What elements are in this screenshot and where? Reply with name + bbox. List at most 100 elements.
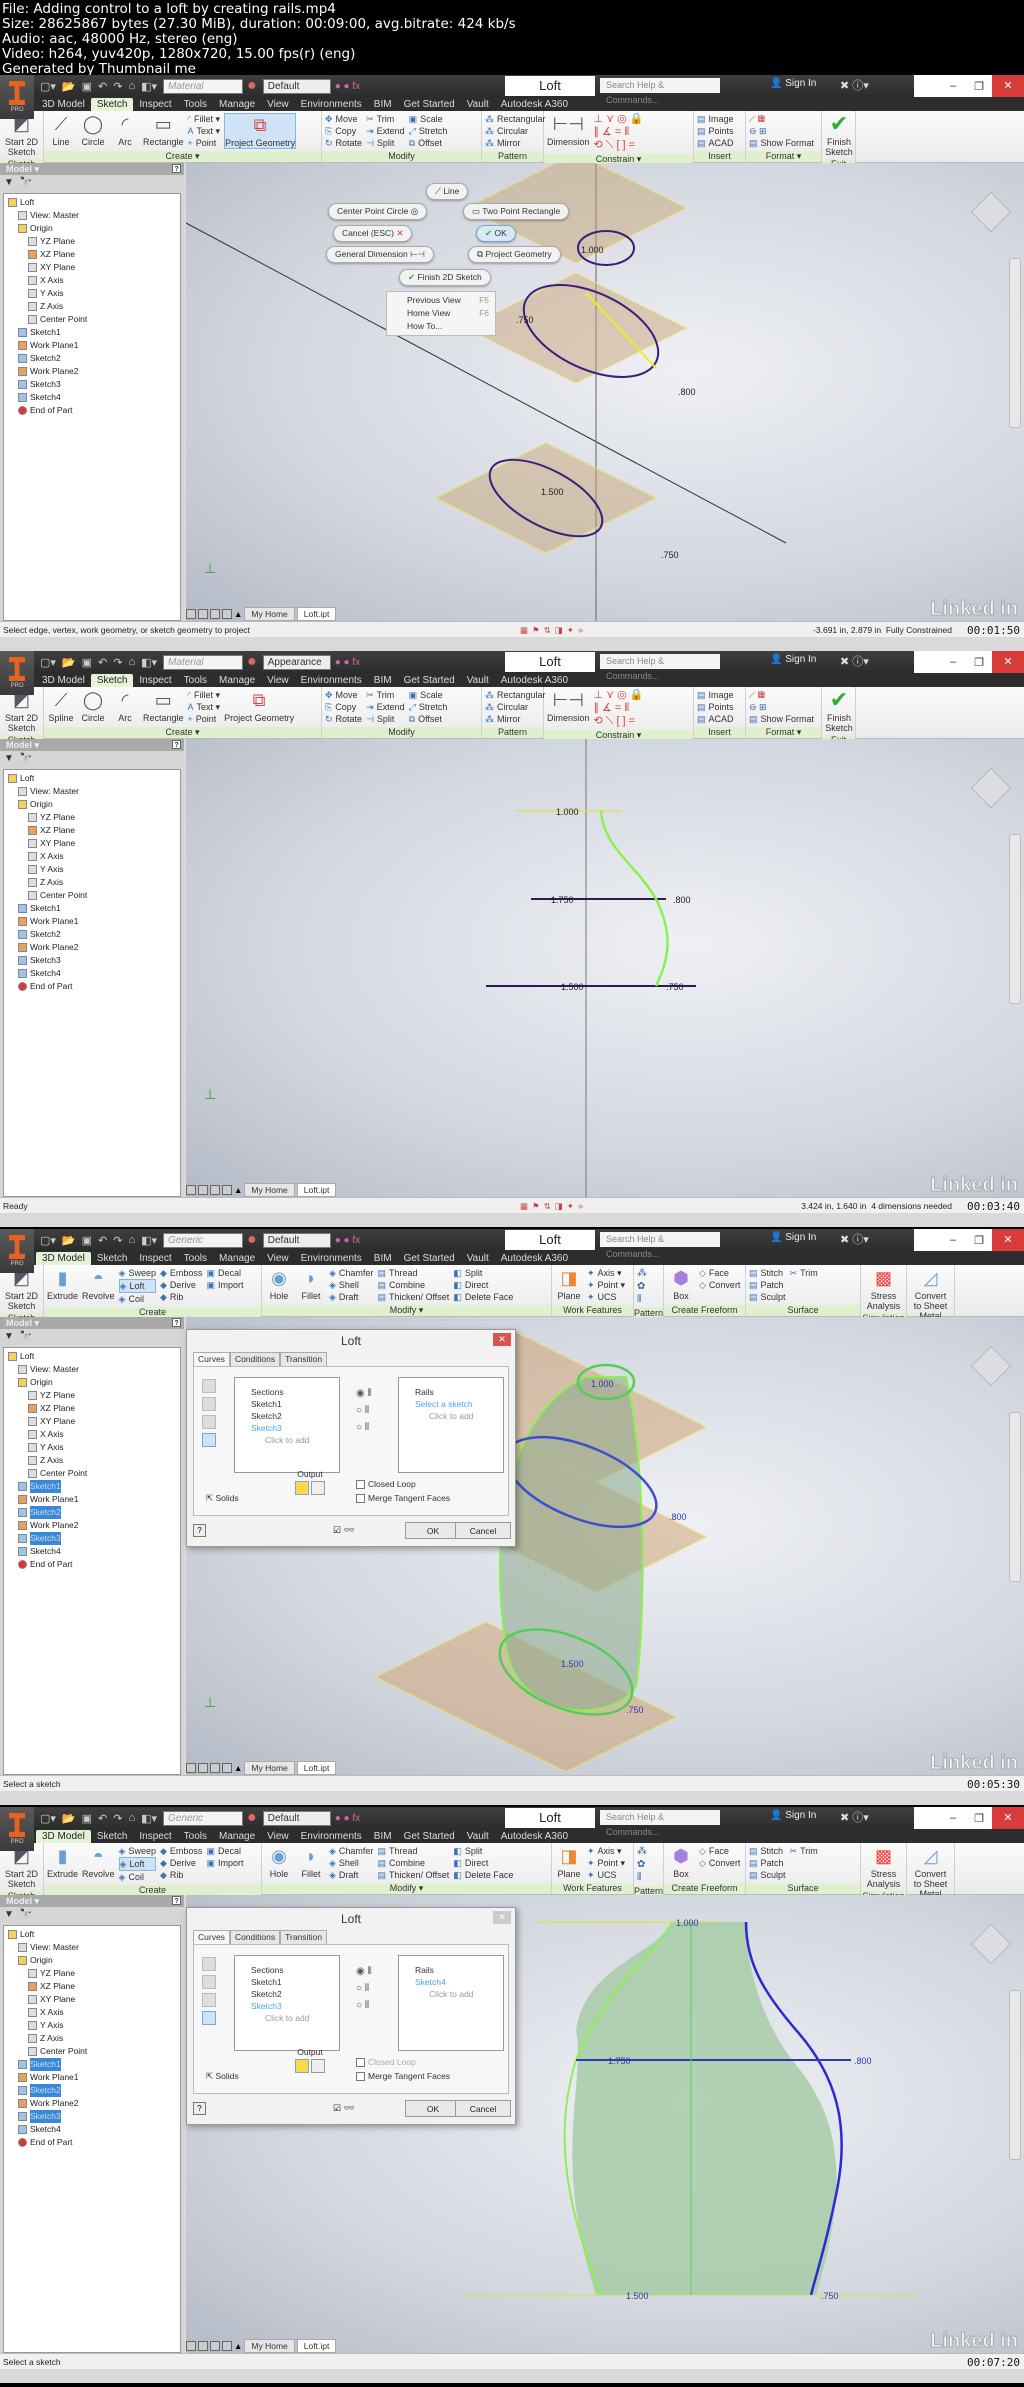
box-button[interactable]: ⬢ Box (667, 1267, 695, 1301)
tree-item[interactable]: Y Axis (4, 863, 180, 876)
point-button[interactable]: ✦ Point ▾ (587, 1857, 625, 1869)
tab-manage[interactable]: Manage (213, 1830, 261, 1843)
surface-output-button[interactable] (311, 2059, 325, 2073)
appearance-combo[interactable]: Default (262, 1232, 331, 1248)
filter-icon[interactable]: ▼ (4, 177, 14, 188)
tree-item[interactable]: Loft (4, 772, 180, 785)
tree-item[interactable]: Loft (4, 1928, 180, 1941)
section-item[interactable]: Sketch3 (251, 1422, 339, 1434)
start-2d-sketch-button[interactable]: ◩ Start 2D Sketch (3, 1845, 40, 1889)
tree-item[interactable]: YZ Plane (4, 811, 180, 824)
insert-image-button[interactable]: ▤ Image (697, 113, 734, 125)
split-button[interactable]: ◧ Split (453, 1267, 513, 1279)
close-button[interactable]: ✕ (992, 651, 1024, 673)
save-icon[interactable]: ▣ (82, 80, 92, 93)
inventor-logo-button[interactable]: PRO (0, 75, 34, 119)
project-geometry-button[interactable]: ⧉ Project Geometry (224, 113, 297, 149)
tab-manage[interactable]: Manage (213, 1252, 261, 1265)
constraint-icons[interactable]: ⊥⋎◎🔒 ∥∡=⦀ ⟲⟍[]= (594, 113, 647, 152)
tab-sketch[interactable]: Sketch (90, 674, 134, 687)
tab-inspect[interactable]: Inspect (133, 674, 177, 687)
stretch-button[interactable]: ⤢ Stretch (409, 125, 448, 137)
preview-checkbox[interactable]: ☑ 👓 (333, 1525, 355, 1536)
point-button[interactable]: + Point (188, 137, 221, 149)
text-button[interactable]: A Text ▾ (188, 125, 221, 137)
tab-view[interactable]: View (261, 1830, 295, 1843)
dimension-button[interactable]: ⊢⊣ Dimension (547, 689, 590, 723)
stitch-button[interactable]: ▤ Stitch (749, 1845, 786, 1857)
show-format-button[interactable]: ▤ Show Format (749, 713, 814, 725)
thicken-offset-button[interactable]: ▤ Thicken/ Offset (377, 1869, 449, 1881)
finish-sketch-button[interactable]: ✔ Finish Sketch (825, 113, 853, 158)
browser-help-icon[interactable]: ? (172, 1896, 181, 1905)
solid-output-button[interactable] (295, 2059, 309, 2073)
marking-menu-finish[interactable]: ✔ Finish 2D Sketch (399, 269, 491, 286)
tab-bim[interactable]: BIM (368, 1252, 398, 1265)
material-combo[interactable]: Generic (163, 1810, 244, 1826)
tab-autodesk-a360[interactable]: Autodesk A360 (495, 1252, 574, 1265)
fillet-button[interactable]: ◜ Fillet ▾ (188, 689, 221, 701)
draft-button[interactable]: ◈ Draft (329, 1291, 373, 1303)
chamfer-button[interactable]: ◈ Chamfer (329, 1267, 373, 1279)
tab-loft-ipt[interactable]: Loft.ipt (296, 607, 337, 621)
tab-vault[interactable]: Vault (461, 1830, 495, 1843)
find-icon[interactable]: 🔭 (19, 177, 31, 188)
revolve-button[interactable]: ◓ Revolve (82, 1845, 115, 1879)
closed-loop-checkbox[interactable]: Closed Loop (356, 1479, 416, 1489)
marking-menu-project-geometry[interactable]: ⧉ Project Geometry (468, 246, 561, 263)
appearance-combo[interactable]: Default (262, 78, 331, 94)
section-item[interactable]: Sketch1 (251, 1976, 339, 1988)
appearance-combo[interactable]: Appearance (262, 654, 331, 670)
tab-sketch[interactable]: Sketch (91, 1252, 134, 1265)
shell-button[interactable]: ◈ Shell (329, 1279, 373, 1291)
rows-icon[interactable] (210, 2341, 220, 2351)
fillet-button[interactable]: ◗ Fillet (297, 1267, 325, 1301)
browser-title[interactable]: Model ▾ (6, 1896, 39, 1906)
rectangular-pattern-button[interactable]: ⁂ Rectangular (485, 689, 546, 701)
copy-button[interactable]: ⎘ Copy (325, 701, 362, 713)
minimize-button[interactable]: – (940, 656, 966, 668)
tab-3d-model[interactable]: 3D Model (36, 1830, 91, 1843)
tree-item[interactable]: XY Plane (4, 261, 180, 274)
close-button[interactable]: ✕ (992, 1229, 1024, 1251)
tree-item[interactable]: Sketch3 (4, 378, 180, 391)
marking-menu-rectangle[interactable]: ▭ Two Point Rectangle (463, 203, 570, 220)
import-button[interactable]: ▣ Import (206, 1279, 243, 1291)
extend-button[interactable]: ⇥ Extend (366, 125, 405, 137)
tree-item[interactable]: Sketch3 (4, 954, 180, 967)
tile-icon[interactable] (186, 1185, 196, 1195)
appearance-combo[interactable]: Default (262, 1810, 331, 1826)
tree-item[interactable]: Y Axis (4, 2019, 180, 2032)
tab-vault[interactable]: Vault (461, 674, 495, 687)
tree-item[interactable]: Origin (4, 1376, 180, 1389)
rotate-button[interactable]: ↻ Rotate (325, 713, 362, 725)
tab-3d-model[interactable]: 3D Model (36, 674, 91, 687)
ok-button[interactable]: OK (405, 2100, 461, 2117)
undo-icon[interactable]: ↶ (98, 1234, 107, 1247)
rail-item[interactable]: Sketch4 (415, 1976, 503, 1988)
merge-tangent-faces-checkbox[interactable]: Merge Tangent Faces (356, 2071, 450, 2081)
tree-item[interactable]: X Axis (4, 850, 180, 863)
restore-button[interactable]: ❐ (966, 1234, 992, 1247)
marking-menu-line[interactable]: ⟋ Line (426, 183, 469, 200)
tab-bim[interactable]: BIM (368, 674, 398, 687)
pattern-icons[interactable]: ⁂ ✿ ⦀ (637, 1267, 647, 1306)
find-icon[interactable]: 🔭 (19, 1909, 31, 1920)
tab-environments[interactable]: Environments (295, 674, 368, 687)
sign-in-button[interactable]: 👤 Sign In (770, 654, 816, 665)
tab-inspect[interactable]: Inspect (133, 98, 177, 111)
insert-points-button[interactable]: ▤ Points (697, 701, 734, 713)
convert-sheet-metal-button[interactable]: ◿ Convert to Sheet Metal (910, 1267, 951, 1321)
open-icon[interactable]: 📂 (62, 656, 76, 669)
tree-item[interactable]: End of Part (4, 1558, 180, 1571)
emboss-button[interactable]: ◆ Emboss (160, 1267, 202, 1279)
redo-icon[interactable]: ↷ (113, 1812, 122, 1825)
tree-item[interactable]: Work Plane2 (4, 365, 180, 378)
tab-environments[interactable]: Environments (295, 1252, 368, 1265)
tab-autodesk-a360[interactable]: Autodesk A360 (495, 98, 574, 111)
close-button[interactable]: ✕ (992, 1807, 1024, 1829)
split-button[interactable]: ⊣ Split (366, 713, 405, 725)
filter-icon[interactable]: ▼ (4, 1331, 14, 1342)
tree-item[interactable]: X Axis (4, 274, 180, 287)
tab-loft-ipt[interactable]: Loft.ipt (296, 1761, 337, 1775)
